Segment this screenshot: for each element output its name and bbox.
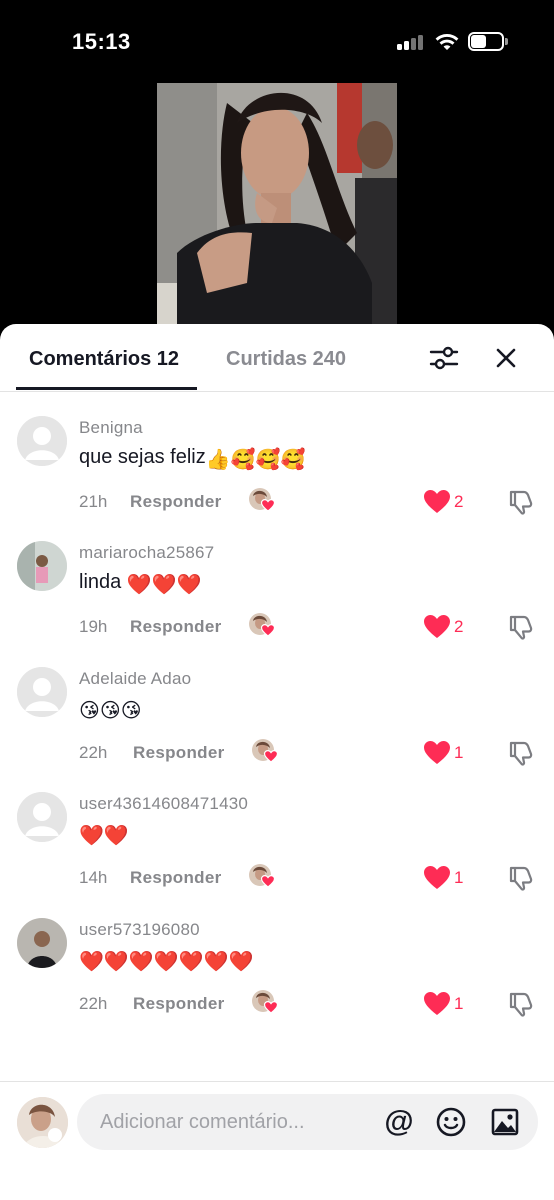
comment-text: ❤️❤️❤️❤️❤️❤️❤️ bbox=[79, 948, 253, 974]
comment-emoji: 😘 bbox=[120, 700, 142, 722]
like-count: 2 bbox=[454, 617, 464, 636]
creator-liked-badge bbox=[248, 863, 276, 891]
comment-meta: 22h Responder 1 bbox=[79, 989, 539, 1018]
comment-emoji: ❤️ bbox=[151, 574, 177, 596]
comment-emoji: ❤️ bbox=[126, 574, 152, 596]
comment-emoji: 😘 bbox=[99, 700, 121, 722]
smiley-icon[interactable] bbox=[435, 1106, 467, 1138]
comment-meta: 14h Responder 1 bbox=[79, 863, 539, 892]
heart-icon[interactable] bbox=[423, 489, 451, 515]
reply-button[interactable]: Responder bbox=[130, 868, 222, 888]
comment-emoji: ❤️ bbox=[103, 951, 129, 973]
comment-text: ❤️❤️ bbox=[79, 822, 129, 848]
creator-liked-badge bbox=[251, 738, 279, 766]
commenter-avatar[interactable] bbox=[17, 918, 67, 968]
comment-text-body: que sejas feliz bbox=[79, 446, 206, 468]
comment-emoji: 👍 bbox=[205, 449, 231, 471]
creator-liked-badge bbox=[251, 989, 279, 1017]
commenter-username[interactable]: mariarocha25867 bbox=[79, 543, 214, 563]
comment-list[interactable]: tanto glamour👍👍👍🥰🥰21hResponder2Benigna qu… bbox=[0, 391, 554, 1081]
active-tab-indicator bbox=[16, 387, 197, 390]
filter-sliders-icon[interactable] bbox=[428, 344, 460, 372]
comment-item[interactable]: user43614608471430 ❤️❤️ 14h Responder 1 bbox=[0, 792, 554, 917]
reply-button[interactable]: Responder bbox=[130, 492, 222, 512]
comment-emoji: ❤️ bbox=[228, 951, 254, 973]
creator-liked-badge bbox=[248, 487, 276, 515]
comment-input-placeholder: Adicionar comentário... bbox=[100, 1111, 305, 1133]
like-count: 1 bbox=[454, 743, 464, 762]
comment-item[interactable]: user573196080 ❤️❤️❤️❤️❤️❤️❤️ 22h Responder 1 bbox=[0, 918, 554, 1043]
thumbs-down-icon[interactable] bbox=[507, 613, 535, 641]
cellular-signal-icon bbox=[397, 34, 427, 50]
comments-sheet: Comentários 12 Curtidas 240 tanto glamou… bbox=[0, 324, 554, 1200]
heart-icon[interactable] bbox=[423, 991, 451, 1017]
comment-item[interactable]: Benigna que sejas feliz👍🥰🥰🥰 21h Responder 2 bbox=[0, 416, 554, 541]
comment-item[interactable]: Adelaide Adao 😘😘😘 22h Responder 1 bbox=[0, 667, 554, 792]
comment-emoji: ❤️ bbox=[203, 951, 229, 973]
comment-time: 21h bbox=[79, 492, 108, 511]
comment-input[interactable]: Adicionar comentário... @ bbox=[77, 1094, 538, 1150]
tab-comments[interactable]: Comentários 12 bbox=[29, 348, 179, 371]
tab-likes[interactable]: Curtidas 240 bbox=[226, 348, 346, 371]
comment-text: linda ❤️❤️❤️ bbox=[79, 571, 202, 597]
comment-item[interactable]: tanto glamour👍👍👍🥰🥰21hResponder2 bbox=[0, 391, 554, 416]
thumbs-down-icon[interactable] bbox=[507, 739, 535, 767]
heart-icon[interactable] bbox=[423, 614, 451, 640]
heart-icon[interactable] bbox=[423, 740, 451, 766]
comment-emoji: 🥰 bbox=[230, 449, 256, 471]
video-preview[interactable] bbox=[157, 83, 397, 343]
comment-item[interactable]: mariarocha25867 linda ❤️❤️❤️ 19h Responder 2 bbox=[0, 541, 554, 666]
commenter-avatar[interactable] bbox=[17, 667, 67, 717]
tab-bar: Comentários 12 Curtidas 240 bbox=[0, 324, 554, 392]
thumbs-down-icon[interactable] bbox=[507, 488, 535, 516]
comment-meta: 21h Responder 2 bbox=[79, 487, 539, 516]
comment-text-body: linda bbox=[79, 571, 127, 593]
commenter-username[interactable]: Benigna bbox=[79, 418, 143, 438]
creator-liked-badge bbox=[248, 612, 276, 640]
commenter-username[interactable]: user43614608471430 bbox=[79, 794, 248, 814]
like-count: 2 bbox=[454, 492, 464, 511]
like-count: 1 bbox=[454, 868, 464, 887]
battery-icon bbox=[468, 32, 508, 51]
reply-button[interactable]: Responder bbox=[133, 994, 225, 1014]
comment-meta: 22h Responder 1 bbox=[79, 738, 539, 767]
commenter-username[interactable]: Adelaide Adao bbox=[79, 669, 191, 689]
thumbs-down-icon[interactable] bbox=[507, 990, 535, 1018]
close-icon[interactable] bbox=[492, 344, 520, 372]
comment-time: 22h bbox=[79, 994, 108, 1013]
wifi-icon bbox=[435, 34, 459, 50]
commenter-avatar[interactable] bbox=[17, 416, 67, 466]
comment-time: 22h bbox=[79, 743, 108, 762]
comment-emoji: 😘 bbox=[79, 700, 100, 722]
heart-icon[interactable] bbox=[423, 865, 451, 891]
comment-composer: Adicionar comentário... @ bbox=[0, 1081, 554, 1200]
comment-emoji: 🥰 bbox=[280, 449, 306, 471]
status-bar: 15:13 bbox=[0, 0, 554, 84]
mention-button[interactable]: @ bbox=[383, 1105, 415, 1139]
commenter-avatar[interactable] bbox=[17, 541, 67, 591]
comment-time: 19h bbox=[79, 617, 108, 636]
comment-text: 😘😘😘 bbox=[79, 697, 142, 723]
comment-emoji: ❤️ bbox=[153, 951, 179, 973]
my-avatar bbox=[17, 1097, 68, 1148]
comment-emoji: ❤️ bbox=[79, 951, 104, 973]
comment-emoji: ❤️ bbox=[103, 825, 129, 847]
status-time: 15:13 bbox=[72, 29, 131, 54]
comment-time: 14h bbox=[79, 868, 108, 887]
reply-button[interactable]: Responder bbox=[133, 743, 225, 763]
comment-emoji: ❤️ bbox=[176, 574, 202, 596]
comment-text: que sejas feliz👍🥰🥰🥰 bbox=[79, 446, 305, 472]
comment-emoji: ❤️ bbox=[178, 951, 204, 973]
thumbs-down-icon[interactable] bbox=[507, 864, 535, 892]
video-thumbnail bbox=[157, 83, 397, 343]
commenter-username[interactable]: user573196080 bbox=[79, 920, 200, 940]
comment-emoji: ❤️ bbox=[128, 951, 154, 973]
commenter-avatar[interactable] bbox=[17, 792, 67, 842]
comment-meta: 19h Responder 2 bbox=[79, 612, 539, 641]
comment-emoji: 🥰 bbox=[255, 449, 281, 471]
comment-emoji: ❤️ bbox=[79, 825, 104, 847]
reply-button[interactable]: Responder bbox=[130, 617, 222, 637]
image-icon[interactable] bbox=[489, 1106, 521, 1138]
like-count: 1 bbox=[454, 994, 464, 1013]
